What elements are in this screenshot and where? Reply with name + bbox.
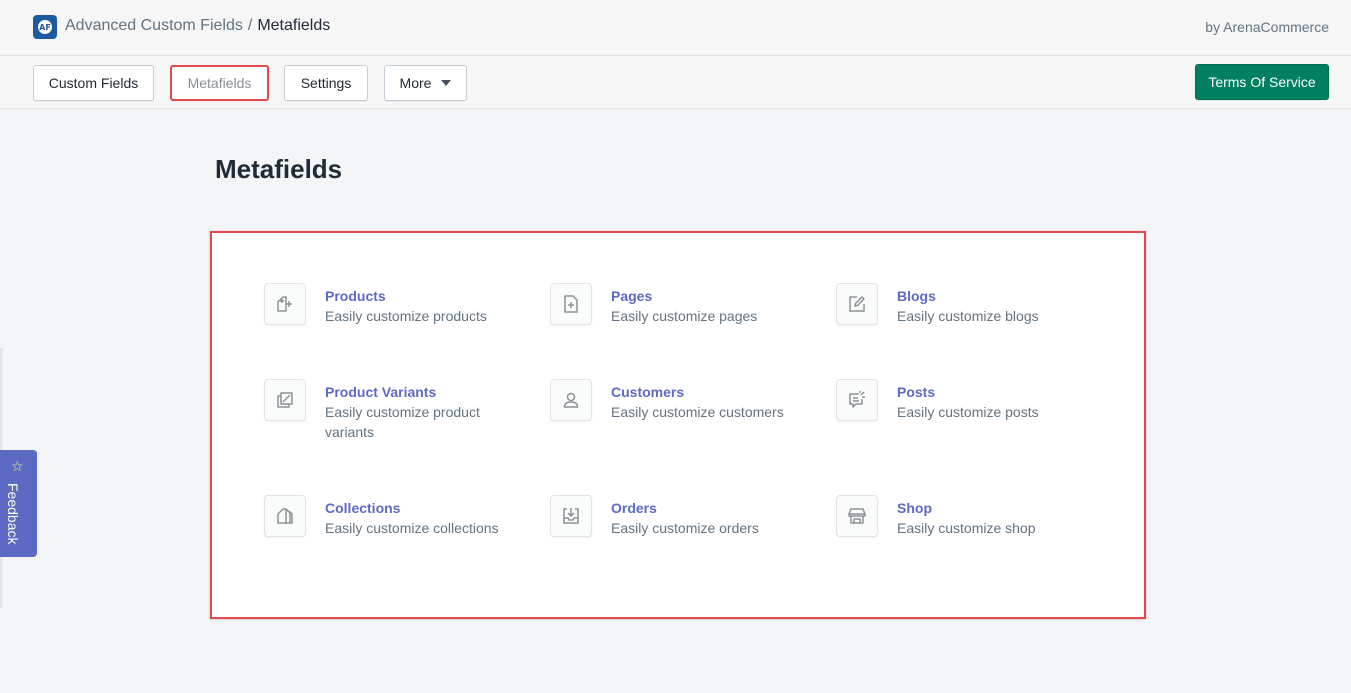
terms-of-service-button[interactable]: Terms Of Service: [1195, 64, 1329, 100]
resource-description: Easily customize customers: [611, 404, 784, 420]
resource-title[interactable]: Products: [325, 287, 500, 305]
resource-title[interactable]: Posts: [897, 383, 1072, 401]
feedback-label: Feedback: [5, 483, 21, 545]
resource-item-products[interactable]: Products Easily customize products: [264, 283, 524, 326]
toolbar: Custom Fields Metafields Settings More T…: [0, 56, 1351, 109]
resource-item-blogs[interactable]: Blogs Easily customize blogs: [836, 283, 1096, 326]
app-logo: AF: [33, 15, 57, 39]
settings-button[interactable]: Settings: [284, 65, 368, 101]
resource-title[interactable]: Product Variants: [325, 383, 500, 401]
resource-item-orders[interactable]: Orders Easily customize orders: [550, 495, 810, 538]
resource-title[interactable]: Pages: [611, 287, 786, 305]
edit-blog-icon: [836, 283, 878, 325]
resource-item-posts[interactable]: Posts Easily customize posts: [836, 379, 1096, 422]
resource-description: Easily customize posts: [897, 404, 1039, 420]
more-label: More: [399, 75, 432, 91]
page-title: Metafields: [215, 154, 343, 184]
page-add-icon: [550, 283, 592, 325]
caret-down-icon: [441, 80, 452, 86]
custom-fields-button[interactable]: Custom Fields: [33, 65, 154, 101]
resource-item-pages[interactable]: Pages Easily customize pages: [550, 283, 810, 326]
top-bar: AF Advanced Custom Fields / Metafields by …: [0, 0, 1351, 56]
resource-description: Easily customize product variants: [325, 404, 480, 440]
resource-description: Easily customize collections: [325, 520, 499, 536]
variant-icon: [264, 379, 306, 421]
resource-title[interactable]: Collections: [325, 499, 500, 517]
resource-item-collections[interactable]: Collections Easily customize collections: [264, 495, 524, 538]
resource-description: Easily customize shop: [897, 520, 1036, 536]
customer-icon: [550, 379, 592, 421]
resource-item-shop[interactable]: Shop Easily customize shop: [836, 495, 1096, 538]
breadcrumb-current: Metafields: [257, 17, 331, 34]
more-dropdown-button[interactable]: More: [384, 65, 467, 101]
store-icon: [836, 495, 878, 537]
feedback-tab[interactable]: ☆ Feedback: [0, 450, 37, 557]
resources-card: Products Easily customize products Pages…: [210, 231, 1146, 619]
resource-item-customers[interactable]: Customers Easily customize customers: [550, 379, 810, 422]
metafields-button[interactable]: Metafields: [170, 65, 269, 101]
resource-item-product-variants[interactable]: Product Variants Easily customize produc…: [264, 379, 524, 442]
resource-title[interactable]: Blogs: [897, 287, 1072, 305]
resource-description: Easily customize blogs: [897, 308, 1039, 324]
product-add-icon: [264, 283, 306, 325]
resource-description: Easily customize products: [325, 308, 487, 324]
star-icon: ☆: [11, 459, 24, 475]
resource-description: Easily customize pages: [611, 308, 758, 324]
breadcrumb: Advanced Custom Fields / Metafields: [65, 17, 330, 35]
resource-title[interactable]: Orders: [611, 499, 786, 517]
resource-title[interactable]: Shop: [897, 499, 1072, 517]
resource-title[interactable]: Customers: [611, 383, 786, 401]
vendor-label: by ArenaCommerce: [1205, 19, 1329, 35]
post-icon: [836, 379, 878, 421]
resource-description: Easily customize orders: [611, 520, 759, 536]
breadcrumb-app-link[interactable]: Advanced Custom Fields: [65, 17, 243, 34]
app-logo-mark: AF: [38, 20, 52, 34]
collection-icon: [264, 495, 306, 537]
order-icon: [550, 495, 592, 537]
breadcrumb-separator: /: [247, 17, 253, 34]
